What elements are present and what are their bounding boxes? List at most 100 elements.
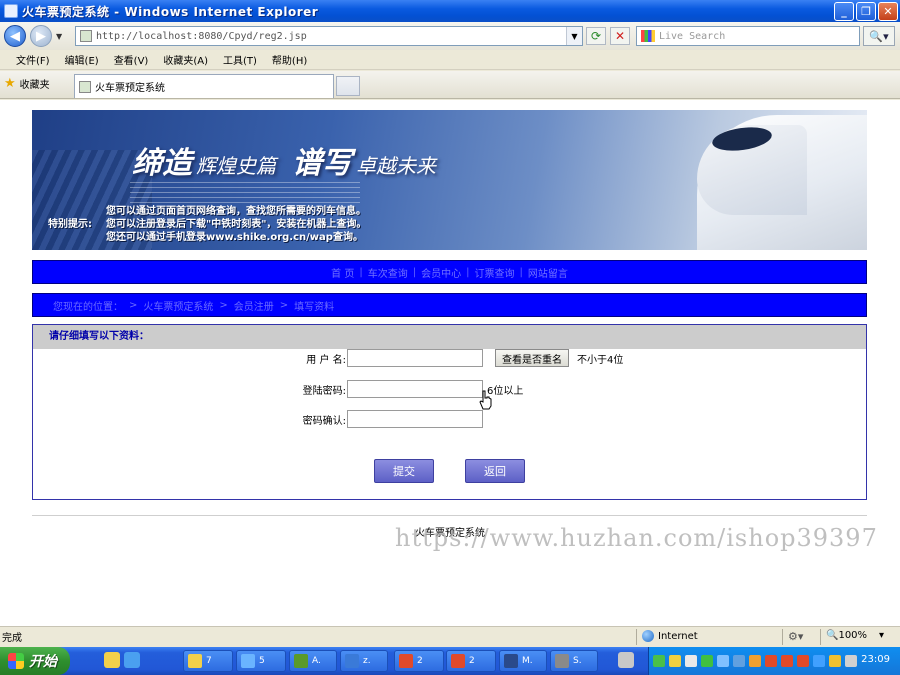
taskbar-button-ie[interactable]: 5 bbox=[236, 650, 286, 672]
menu-bar: 文件(F) 编辑(E) 查看(V) 收藏夹(A) 工具(T) 帮助(H) bbox=[0, 50, 900, 70]
search-placeholder[interactable]: Live Search bbox=[659, 31, 725, 42]
hand-cursor-icon bbox=[479, 390, 492, 410]
menu-help[interactable]: 帮助(H) bbox=[272, 52, 307, 67]
menu-view[interactable]: 查看(V) bbox=[114, 52, 149, 67]
window-title: 火车票预定系统 - Windows Internet Explorer bbox=[22, 4, 319, 19]
ie-app-icon bbox=[4, 4, 18, 18]
favorites-button[interactable]: ★ 收藏夹 bbox=[4, 76, 50, 91]
taskbar: 开始 7 5 A. z. 2 2 M. S. 23:09 bbox=[0, 647, 900, 675]
slogan-part-4: 卓越未来 bbox=[356, 154, 436, 178]
window-titlebar: 火车票预定系统 - Windows Internet Explorer _ ❐ … bbox=[0, 0, 900, 22]
stop-button[interactable]: ✕ bbox=[610, 27, 630, 45]
nav-order-query[interactable]: 订票查询 bbox=[474, 265, 514, 280]
volume-icon[interactable] bbox=[845, 655, 857, 667]
confirm-label: 密码确认: bbox=[302, 415, 346, 427]
taskbar-button-app-z[interactable]: z. bbox=[340, 650, 388, 672]
nav-member-center[interactable]: 会员中心 bbox=[421, 265, 461, 280]
nav-message[interactable]: 网站留言 bbox=[528, 265, 568, 280]
taskbar-button-app-s[interactable]: S. bbox=[550, 650, 598, 672]
close-button[interactable]: ✕ bbox=[878, 2, 898, 21]
back-form-button[interactable]: 返回 bbox=[465, 459, 525, 483]
password-label: 登陆密码: bbox=[302, 385, 346, 397]
watermark: https://www.huzhan.com/ishop39397 bbox=[395, 524, 878, 552]
breadcrumb-prefix: 您现在的位置： bbox=[53, 301, 123, 313]
breadcrumb-register[interactable]: 会员注册 bbox=[234, 298, 274, 313]
zone-label: Internet bbox=[658, 630, 698, 642]
nav-home[interactable]: 首 页 bbox=[331, 265, 354, 280]
confirm-row: 密码确认: bbox=[298, 410, 483, 428]
zoom-icon: 🔍 bbox=[826, 630, 839, 641]
protected-mode-icon[interactable]: ⚙▾ bbox=[788, 630, 803, 643]
tab-active[interactable]: 火车票预定系统 bbox=[74, 74, 334, 98]
address-bar[interactable]: http://localhost:8080/Cpyd/reg2.jsp ▼ bbox=[75, 26, 583, 46]
taskbar-button-explorer[interactable]: 7 bbox=[183, 650, 233, 672]
tray-app-icon[interactable] bbox=[781, 655, 793, 667]
search-button[interactable]: 🔍▾ bbox=[863, 26, 895, 46]
site-nav: 首 页 | 车次查询 | 会员中心 | 订票查询 | 网站留言 bbox=[32, 260, 867, 284]
start-button[interactable]: 开始 bbox=[0, 647, 70, 675]
tab-page-icon bbox=[79, 80, 91, 93]
menu-tools[interactable]: 工具(T) bbox=[223, 52, 257, 67]
zoom-level: 100% bbox=[838, 630, 868, 641]
zoom-dropdown-icon[interactable]: ▾ bbox=[879, 630, 884, 641]
tray-app-icon[interactable] bbox=[717, 655, 729, 667]
tray-app-icon[interactable] bbox=[685, 655, 697, 667]
check-username-button[interactable]: 查看是否重名 bbox=[495, 349, 569, 367]
taskbar-button-dreamweaver[interactable]: A. bbox=[289, 650, 337, 672]
banner-tips: 您可以通过页面首页网络查询，查找您所需要的列车信息。 特别提示: 您可以注册登录后… bbox=[48, 205, 366, 244]
taskbar-button-qq-2[interactable]: 2 bbox=[446, 650, 496, 672]
banner: 缔造 辉煌史篇 谱写 卓越未来 您可以通过页面首页网络查询，查找您所需要的列车信… bbox=[32, 110, 867, 250]
clock: 23:09 bbox=[861, 654, 890, 665]
keyboard-icon[interactable] bbox=[618, 652, 634, 668]
history-dropdown-icon[interactable]: ▼ bbox=[56, 32, 62, 41]
refresh-button[interactable]: ⟳ bbox=[586, 27, 606, 45]
taskbar-button-qq-1[interactable]: 2 bbox=[394, 650, 444, 672]
maximize-button[interactable]: ❐ bbox=[856, 2, 876, 21]
tray-app-icon[interactable] bbox=[765, 655, 777, 667]
page-content: 缔造 辉煌史篇 谱写 卓越未来 您可以通过页面首页网络查询，查找您所需要的列车信… bbox=[0, 100, 900, 626]
tray-app-icon[interactable] bbox=[701, 655, 713, 667]
slogan-part-3: 谱写 bbox=[292, 146, 352, 181]
address-dropdown-icon[interactable]: ▼ bbox=[566, 27, 582, 45]
form-heading: 请仔细填写以下资料： bbox=[33, 325, 866, 349]
tray-app-icon[interactable] bbox=[733, 655, 745, 667]
breadcrumb-home[interactable]: 火车票预定系统 bbox=[143, 298, 213, 313]
taskbar-button-app-m[interactable]: M. bbox=[499, 650, 547, 672]
zoom-control[interactable]: 🔍 100% ▾ bbox=[826, 630, 884, 641]
password-input[interactable] bbox=[347, 380, 483, 398]
tip-line-2: 您可以注册登录后下载"中铁时刻表"，安装在机器上查询。 bbox=[106, 219, 367, 230]
breadcrumb: 您现在的位置： > 火车票预定系统 > 会员注册 > 填写资料 bbox=[32, 293, 867, 317]
username-row: 用 户 名: 查看是否重名 不小于4位 bbox=[298, 349, 623, 367]
address-url[interactable]: http://localhost:8080/Cpyd/reg2.jsp bbox=[96, 31, 307, 42]
menu-favorites[interactable]: 收藏夹(A) bbox=[163, 52, 208, 67]
search-box[interactable]: Live Search bbox=[636, 26, 860, 46]
submit-button[interactable]: 提交 bbox=[374, 459, 434, 483]
tray-app-icon[interactable] bbox=[669, 655, 681, 667]
slogan-part-2: 辉煌史篇 bbox=[196, 154, 276, 178]
tip-label: 特别提示: bbox=[48, 219, 92, 230]
breadcrumb-current: 填写资料 bbox=[294, 301, 335, 313]
forward-button[interactable]: ▶ bbox=[30, 25, 52, 47]
banner-fine-print bbox=[130, 182, 360, 204]
tray-app-icon[interactable] bbox=[653, 655, 665, 667]
folder-quicklaunch-icon[interactable] bbox=[104, 652, 120, 668]
minimize-button[interactable]: _ bbox=[834, 2, 854, 21]
tip-line-3: 您还可以通过手机登录www.shike.org.cn/wap查询。 bbox=[106, 232, 363, 243]
tray-app-icon[interactable] bbox=[797, 655, 809, 667]
tray-app-icon[interactable] bbox=[813, 655, 825, 667]
banner-slogan: 缔造 辉煌史篇 谱写 卓越未来 bbox=[132, 138, 452, 182]
menu-file[interactable]: 文件(F) bbox=[16, 52, 50, 67]
menu-edit[interactable]: 编辑(E) bbox=[65, 52, 99, 67]
system-tray: 23:09 bbox=[648, 647, 900, 675]
globe-icon bbox=[642, 630, 654, 642]
start-label: 开始 bbox=[29, 654, 57, 670]
tray-app-icon[interactable] bbox=[829, 655, 841, 667]
new-tab-button[interactable] bbox=[336, 76, 360, 96]
back-button[interactable]: ◀ bbox=[4, 25, 26, 47]
tray-app-icon[interactable] bbox=[749, 655, 761, 667]
nav-train-query[interactable]: 车次查询 bbox=[368, 265, 408, 280]
confirm-password-input[interactable] bbox=[347, 410, 483, 428]
slogan-part-1: 缔造 bbox=[132, 146, 192, 181]
ie-quicklaunch-icon[interactable] bbox=[124, 652, 140, 668]
username-input[interactable] bbox=[347, 349, 483, 367]
